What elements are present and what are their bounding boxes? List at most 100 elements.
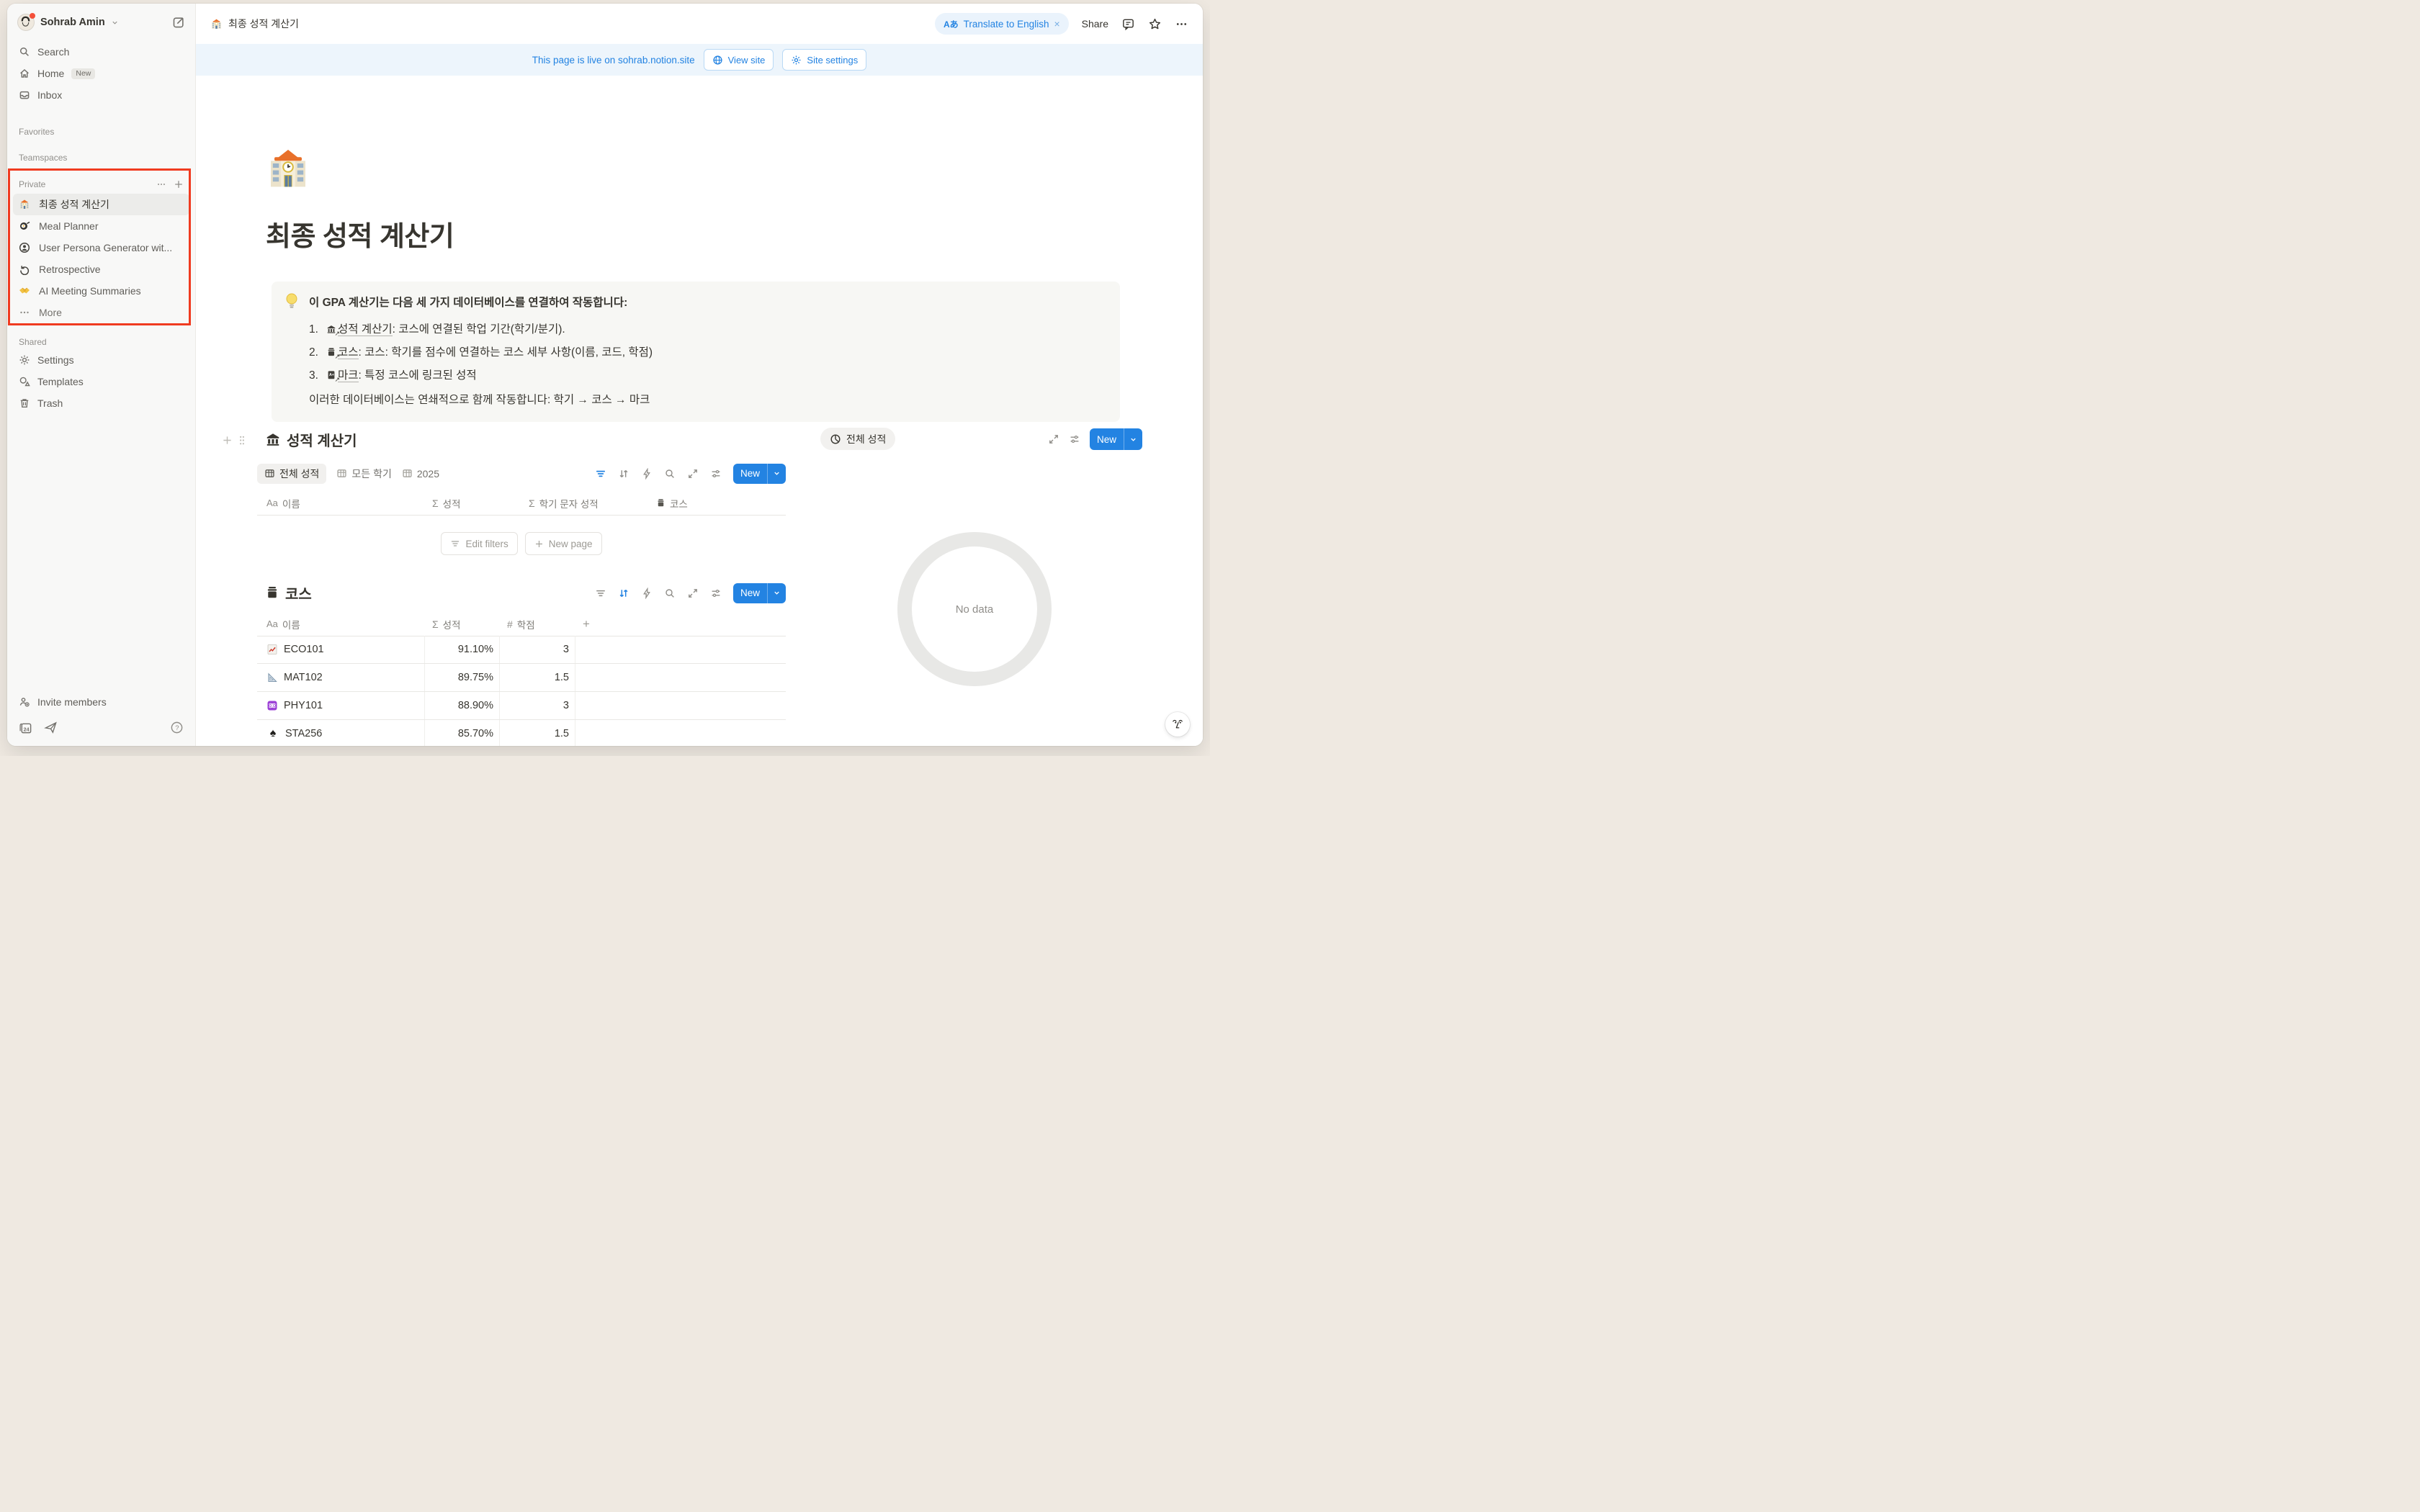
sidebar-item-meal-planner[interactable]: Meal Planner: [13, 215, 189, 237]
sidebar-item-user-persona[interactable]: User Persona Generator wit...: [13, 237, 189, 258]
sidebar-item-more[interactable]: More: [13, 302, 189, 323]
grade-new-button[interactable]: New: [733, 464, 786, 484]
column-course-relation[interactable]: 코스: [647, 496, 786, 510]
grade-db-icon: [265, 431, 281, 447]
view-site-button[interactable]: View site: [704, 49, 774, 71]
sort-icon[interactable]: [618, 468, 629, 480]
column-credits[interactable]: #학점: [500, 617, 575, 631]
add-column-button[interactable]: +: [575, 617, 786, 631]
table-row[interactable]: ECO101 91.10% 3: [257, 636, 786, 664]
grade-db-link[interactable]: 성적 계산기: [338, 323, 393, 336]
new-dropdown-chevron[interactable]: [1124, 428, 1142, 450]
page-icon-school[interactable]: [265, 146, 311, 192]
new-dropdown-chevron[interactable]: [767, 464, 786, 484]
trash-icon: [19, 397, 30, 409]
grade-db-toolbar: 전체 성적 모든 학기 2025: [257, 463, 786, 484]
course-table-header: Aa이름 Σ성적 #학점 +: [257, 612, 786, 636]
inbox-icon: [19, 89, 30, 101]
triangular-ruler-icon: [266, 672, 278, 683]
new-page-button[interactable]: New page: [525, 532, 602, 555]
sidebar: Sohrab Amin Search Home New Inbox Favori…: [7, 4, 196, 746]
tab-all-grades[interactable]: 전체 성적: [257, 464, 326, 484]
help-icon[interactable]: ?: [170, 721, 184, 734]
sort-icon[interactable]: [618, 588, 629, 599]
edit-filters-button[interactable]: Edit filters: [441, 532, 517, 555]
more-icon[interactable]: [1175, 17, 1188, 31]
sliders-icon[interactable]: [710, 588, 722, 599]
compose-icon[interactable]: [172, 16, 185, 29]
column-grade[interactable]: Σ성적: [423, 496, 519, 510]
sidebar-item-retrospective[interactable]: Retrospective: [13, 258, 189, 280]
column-name[interactable]: Aa이름: [257, 617, 425, 631]
invite-members[interactable]: Invite members: [13, 691, 189, 713]
pie-chart-icon: [830, 433, 841, 445]
sidebar-item-trash[interactable]: Trash: [13, 392, 189, 414]
private-label[interactable]: Private: [19, 177, 45, 192]
sidebar-item-templates[interactable]: Templates: [13, 371, 189, 392]
search-icon[interactable]: [664, 588, 676, 599]
sliders-icon[interactable]: [1069, 433, 1080, 445]
sidebar-item-grade-calculator[interactable]: 최종 성적 계산기: [13, 194, 189, 215]
site-settings-button[interactable]: Site settings: [782, 49, 866, 71]
chart-view-tab[interactable]: 전체 성적: [820, 428, 895, 450]
course-table-body: ECO101 91.10% 3 MAT102 89.75% 1.5 PHY101…: [257, 636, 786, 746]
expand-icon[interactable]: [1048, 433, 1059, 445]
tab-all-semesters[interactable]: 모든 학기: [336, 464, 391, 484]
plus-icon[interactable]: [174, 179, 184, 189]
expand-icon[interactable]: [687, 468, 699, 480]
sidebar-footer: 24 ?: [13, 713, 189, 742]
expand-icon[interactable]: [687, 588, 699, 599]
sidebar-item-settings[interactable]: Settings: [13, 349, 189, 371]
home-icon: [19, 68, 30, 79]
course-db-mini-icon: [656, 498, 666, 508]
calendar-icon[interactable]: 24: [19, 721, 32, 734]
add-block-icon[interactable]: [222, 435, 233, 446]
grade-table-header: Aa이름 Σ성적 Σ학기 문자 성적 코스: [257, 491, 786, 516]
frying-pan-icon: [19, 220, 32, 232]
table-row[interactable]: ♠STA256 85.70% 1.5: [257, 720, 786, 746]
column-name[interactable]: Aa이름: [257, 496, 423, 510]
grade-db-title[interactable]: 성적 계산기: [287, 429, 357, 450]
star-icon[interactable]: [1148, 17, 1162, 31]
tab-2025[interactable]: 2025: [402, 464, 439, 484]
course-db-link[interactable]: 코스: [338, 346, 359, 359]
notion-ai-button[interactable]: [1165, 712, 1190, 737]
breadcrumb[interactable]: 최종 성적 계산기: [210, 17, 299, 31]
workspace-switcher[interactable]: Sohrab Amin: [13, 9, 189, 35]
sidebar-item-home[interactable]: Home New: [13, 63, 189, 84]
gear-icon: [19, 354, 30, 366]
drag-handle-icon[interactable]: [238, 435, 246, 446]
more-icon[interactable]: [156, 179, 166, 189]
table-row[interactable]: MAT102 89.75% 1.5: [257, 664, 786, 692]
share-button[interactable]: Share: [1082, 18, 1108, 30]
filter-icon[interactable]: [595, 588, 606, 599]
sidebar-item-search[interactable]: Search: [13, 41, 189, 63]
table-row[interactable]: PHY101 88.90% 3: [257, 692, 786, 720]
column-letter-grade[interactable]: Σ학기 문자 성적: [519, 496, 647, 510]
chart-new-button[interactable]: New: [1090, 428, 1142, 450]
new-dropdown-chevron[interactable]: [767, 583, 786, 603]
site-banner: This page is live on sohrab.notion.site …: [196, 44, 1203, 76]
column-grade[interactable]: Σ성적: [425, 617, 500, 631]
translate-pill[interactable]: Aあ Translate to English ×: [935, 13, 1069, 35]
bolt-icon[interactable]: [641, 468, 653, 480]
marks-db-link[interactable]: 마크: [338, 369, 359, 382]
comments-icon[interactable]: [1121, 17, 1135, 31]
sidebar-item-ai-meeting[interactable]: AI Meeting Summaries: [13, 280, 189, 302]
sidebar-item-inbox[interactable]: Inbox: [13, 84, 189, 106]
grade-db-header: 성적 계산기: [265, 428, 357, 450]
shared-label[interactable]: Shared: [13, 335, 189, 349]
bolt-icon[interactable]: [641, 588, 653, 599]
sliders-icon[interactable]: [710, 468, 722, 480]
close-icon[interactable]: ×: [1054, 18, 1059, 30]
filter-icon[interactable]: [595, 468, 606, 480]
teamspaces-label[interactable]: Teamspaces: [13, 150, 189, 165]
page-content: 최종 성적 계산기 이 GPA 계산기는 다음 세 가지 데이터베이스를 연결하…: [196, 76, 1203, 746]
table-icon: [402, 468, 413, 479]
course-new-button[interactable]: New: [733, 583, 786, 603]
paper-plane-icon[interactable]: [44, 721, 58, 734]
chart-increasing-icon: [266, 644, 278, 655]
workspace-name: Sohrab Amin: [40, 17, 105, 28]
favorites-label[interactable]: Favorites: [13, 125, 189, 139]
search-icon[interactable]: [664, 468, 676, 480]
